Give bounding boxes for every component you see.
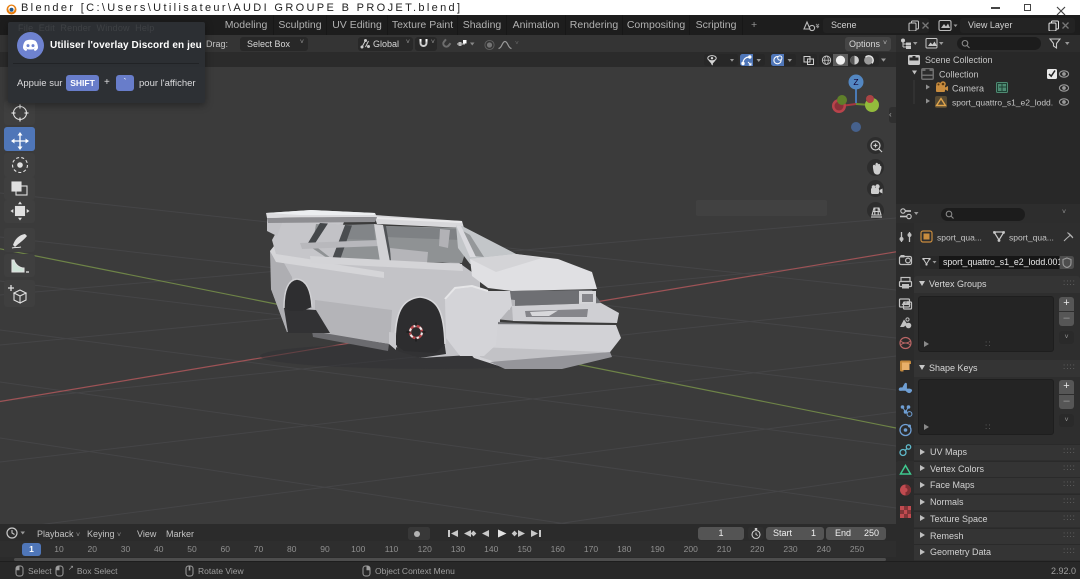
svg-text:Collection: Collection xyxy=(939,70,979,80)
svg-text:sport_qua...: sport_qua... xyxy=(1009,233,1054,243)
svg-text:Camera: Camera xyxy=(952,84,984,94)
svg-text:sport_qua...: sport_qua... xyxy=(937,233,982,243)
svg-text:Scene Collection: Scene Collection xyxy=(925,55,993,65)
svg-text:Z: Z xyxy=(853,77,858,87)
svg-text:sport_quattro_s1_e2_lodd.: sport_quattro_s1_e2_lodd. xyxy=(952,98,1053,108)
